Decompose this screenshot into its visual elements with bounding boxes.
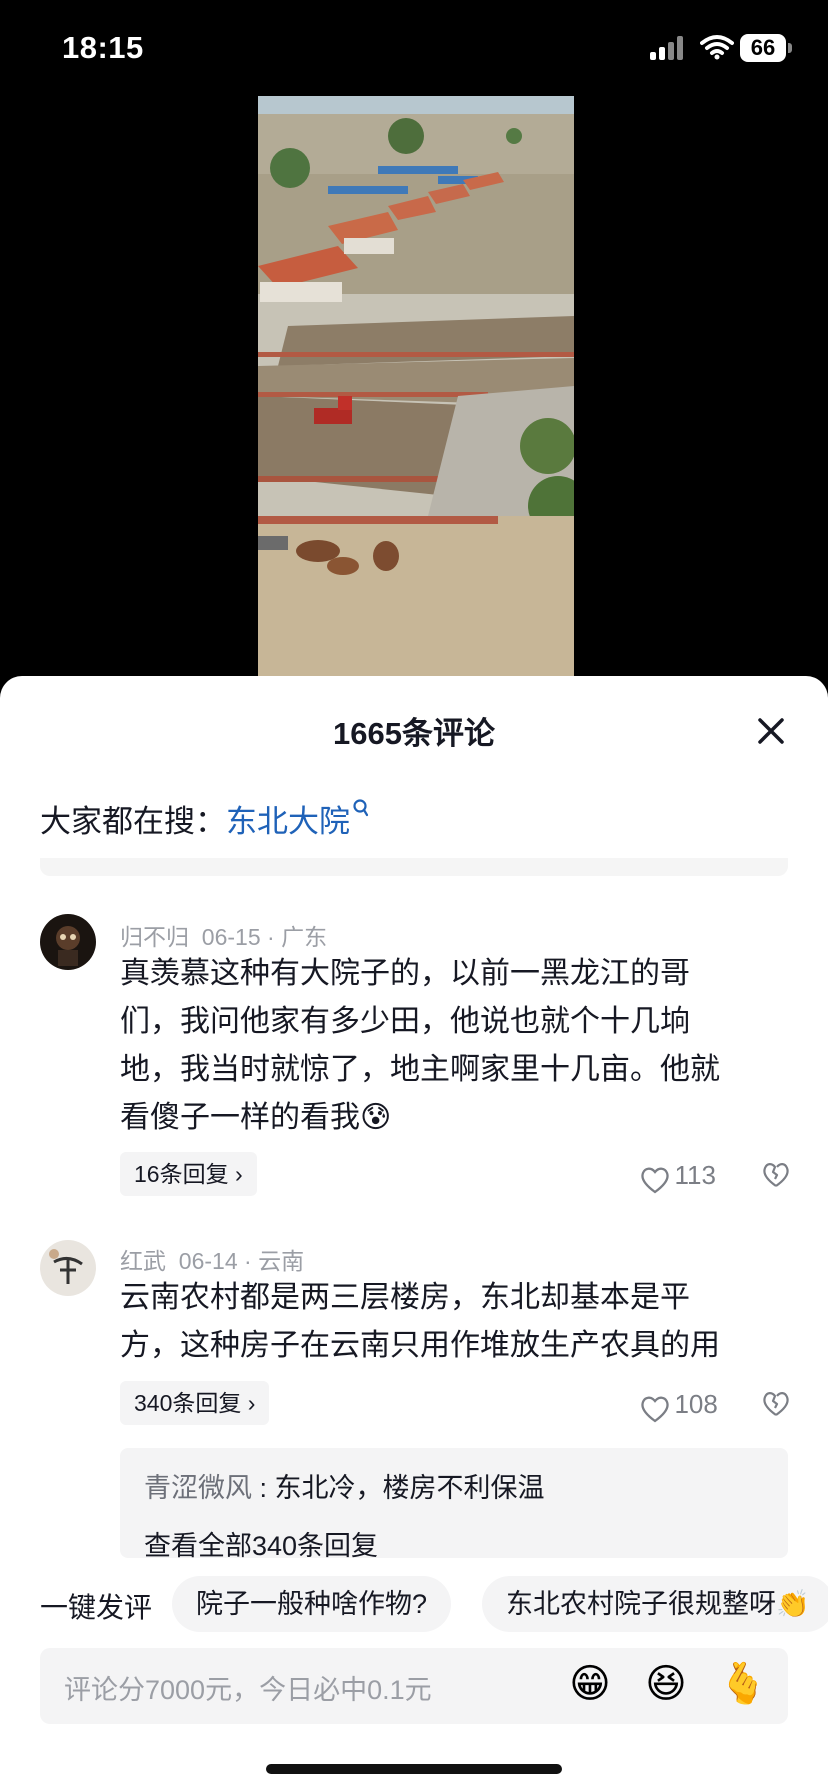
quick-comment-chip[interactable]: 东北农村院子很规整呀👏: [482, 1576, 828, 1632]
status-time: 18:15: [62, 30, 144, 65]
comment-username[interactable]: 红武: [120, 1248, 166, 1274]
comment-meta: 归不归 06-15 · 广东: [120, 924, 328, 950]
quick-comment-label: 一键发评: [40, 1592, 153, 1623]
cellular-signal-icon: [650, 36, 686, 60]
comment-location: 云南: [258, 1248, 305, 1274]
comment-date: 06-14: [178, 1248, 238, 1274]
comment-date: 06-15: [201, 924, 261, 950]
comment-text: 云南农村都是两三层楼房，东北却基本是平 方，这种房子在云南只用作堆放生产农具的用: [120, 1274, 800, 1370]
like-button[interactable]: 113: [640, 1160, 716, 1194]
comment-text-line: 地，我当时就惊了，地主啊家里十几亩。他就: [120, 1053, 720, 1086]
battery-cap: [788, 43, 792, 53]
hot-search-keyword[interactable]: 东北大院: [226, 804, 350, 839]
comment-text: 真羡慕这种有大院子的，以前一黑龙江的哥 们，我问他家有多少田，他说也就个十几垧 …: [120, 950, 800, 1142]
collapsed-panel-edge: [40, 858, 788, 876]
replies-count-label: 16条回复: [134, 1161, 229, 1187]
view-replies-button[interactable]: 16条回复 ›: [120, 1152, 257, 1196]
comment-username[interactable]: 归不归: [120, 924, 189, 950]
hot-search[interactable]: 大家都在搜：东北大院: [40, 796, 370, 841]
like-count: 108: [674, 1389, 718, 1419]
quick-comment-chip[interactable]: 院子一般种啥作物?: [172, 1576, 452, 1632]
broken-heart-icon: [763, 1163, 789, 1187]
comment-meta: 红武 06-14 · 云南: [120, 1248, 305, 1274]
sub-reply-line: 青涩微风 : 东北冷，楼房不利保温: [144, 1473, 545, 1503]
dislike-button[interactable]: [762, 1162, 790, 1193]
search-icon: [353, 799, 369, 817]
laugh-emoji-icon[interactable]: 😆: [642, 1660, 690, 1708]
heart-icon: [641, 1167, 669, 1194]
wifi-icon: [700, 34, 734, 60]
dislike-button[interactable]: [762, 1391, 790, 1422]
close-icon[interactable]: [754, 714, 788, 748]
avatar[interactable]: [40, 914, 96, 970]
heart-icon: [641, 1396, 669, 1423]
sub-reply-text: 东北冷，楼房不利保温: [274, 1473, 545, 1503]
chevron-right-icon: ›: [241, 1390, 256, 1416]
video-player[interactable]: [258, 96, 574, 676]
comment-location: 广东: [281, 924, 328, 950]
like-count: 113: [674, 1160, 716, 1190]
comment-text-line: 看傻子一样的看我😰: [120, 1101, 392, 1134]
comment-text-line: 们，我问他家有多少田，他说也就个十几垧: [120, 1005, 690, 1038]
avatar[interactable]: [40, 1240, 96, 1296]
grin-emoji-icon[interactable]: 😁: [566, 1660, 614, 1708]
replies-count-label: 340条回复: [134, 1390, 242, 1416]
comment-input-placeholder: 评论分7000元，今日必中0.1元: [64, 1675, 432, 1705]
chevron-right-icon: ›: [228, 1161, 243, 1187]
view-all-replies-link[interactable]: 查看全部340条回复: [144, 1524, 378, 1563]
comment-text-line: 真羡慕这种有大院子的，以前一黑龙江的哥: [120, 957, 690, 990]
home-indicator: [266, 1764, 562, 1774]
video-frame-image: [258, 96, 574, 676]
finger-heart-emoji-icon[interactable]: 🫰: [718, 1660, 768, 1708]
hot-search-label: 大家都在搜：: [40, 804, 226, 839]
comment-text-line: 云南农村都是两三层楼房，东北却基本是平: [120, 1281, 690, 1314]
like-button[interactable]: 108: [640, 1389, 718, 1423]
sub-reply-username[interactable]: 青涩微风: [144, 1473, 252, 1503]
view-replies-button[interactable]: 340条回复 ›: [120, 1381, 270, 1425]
comment-count-title: 1665条评论: [333, 716, 495, 751]
battery-indicator: 66: [740, 34, 786, 62]
comment-text-line: 方，这种房子在云南只用作堆放生产农具的用: [120, 1329, 720, 1362]
broken-heart-icon: [763, 1392, 789, 1416]
